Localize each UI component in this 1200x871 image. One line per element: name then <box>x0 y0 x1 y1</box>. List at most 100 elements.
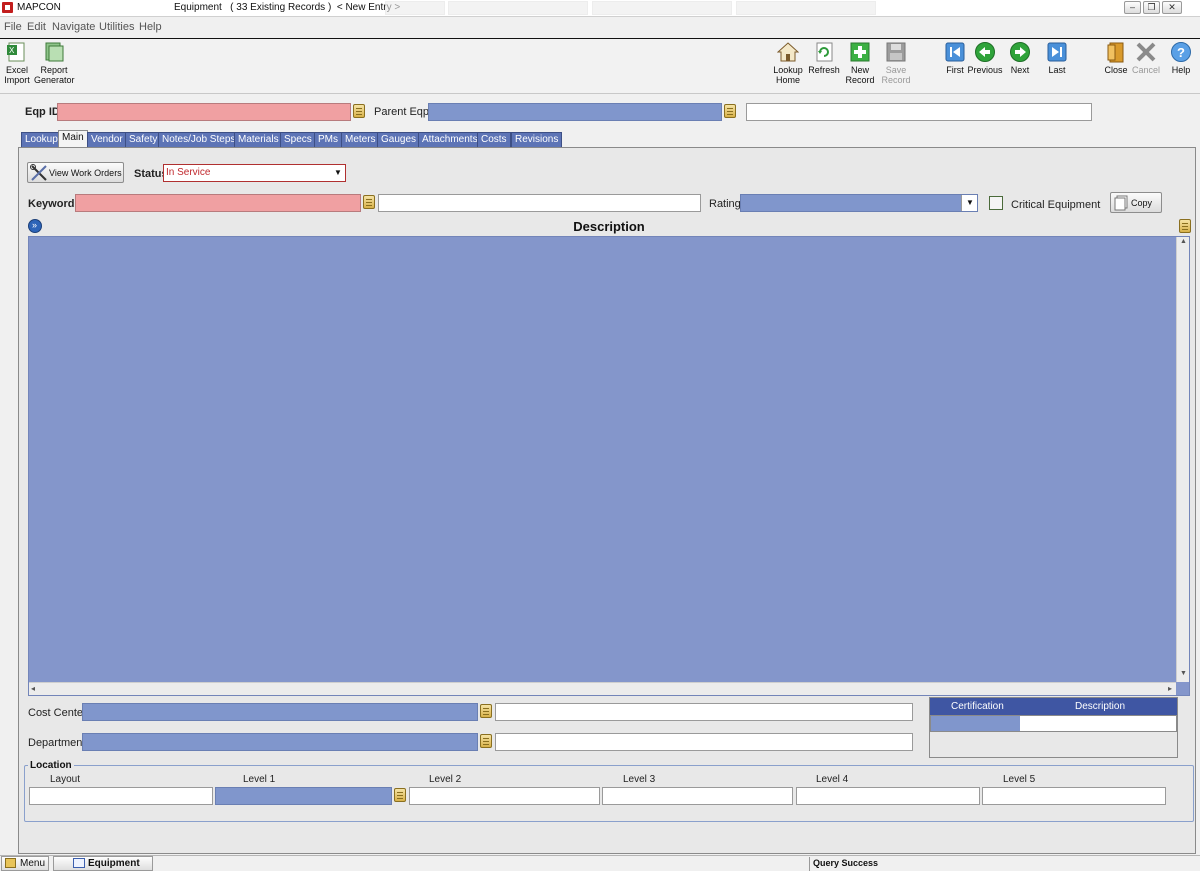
description-column-header[interactable]: Description <box>1075 701 1125 712</box>
keyword-lookup-icon[interactable] <box>363 195 375 209</box>
first-button[interactable]: First <box>941 41 969 75</box>
level-1-lookup-icon[interactable] <box>394 788 406 802</box>
department-description-field <box>495 733 913 751</box>
status-select[interactable]: In Service ▼ <box>163 164 346 182</box>
department-lookup-icon[interactable] <box>480 734 492 748</box>
restore-button[interactable]: ❐ <box>1143 1 1160 14</box>
level-2-field[interactable] <box>409 787 600 805</box>
cost-center-lookup-icon[interactable] <box>480 704 492 718</box>
parent-eqp-lookup-icon[interactable] <box>724 104 736 118</box>
help-button[interactable]: ? Help <box>1167 41 1195 75</box>
menu-navigate[interactable]: Navigate <box>52 21 95 33</box>
report-icon <box>43 41 65 63</box>
minimize-button[interactable]: – <box>1124 1 1141 14</box>
plus-icon <box>849 41 871 63</box>
tab-gauges[interactable]: Gauges <box>377 132 421 147</box>
description-textarea[interactable] <box>28 236 1190 696</box>
close-button[interactable]: Close <box>1102 41 1130 75</box>
keyword-field[interactable] <box>75 194 361 212</box>
first-record-icon <box>944 41 966 63</box>
eqp-id-lookup-icon[interactable] <box>353 104 365 118</box>
arrow-right-icon <box>1009 41 1031 63</box>
tab-costs[interactable]: Costs <box>477 132 511 147</box>
rating-select[interactable]: ▼ <box>740 194 978 212</box>
help-question-icon: ? <box>1170 41 1192 63</box>
excel-icon: X <box>6 41 28 63</box>
tab-pms[interactable]: PMs <box>314 132 342 147</box>
tab-attachments[interactable]: Attachments <box>418 132 482 147</box>
previous-button[interactable]: Previous <box>967 41 1003 75</box>
save-record-button[interactable]: Save Record <box>880 41 912 85</box>
last-record-icon <box>1046 41 1068 63</box>
new-record-button[interactable]: New Record <box>844 41 876 85</box>
tab-main[interactable]: Main <box>58 130 88 148</box>
menu-file[interactable]: File <box>4 21 22 33</box>
copy-button[interactable]: Copy <box>1110 192 1162 213</box>
level-3-field[interactable] <box>602 787 793 805</box>
certification-column-header[interactable]: Certification <box>951 701 1004 712</box>
svg-text:X: X <box>9 46 15 55</box>
excel-import-button[interactable]: X Excel Import <box>1 41 33 85</box>
tab-materials[interactable]: Materials <box>234 132 283 147</box>
last-button[interactable]: Last <box>1043 41 1071 75</box>
keyword-description-field <box>378 194 701 212</box>
tab-notes-job-steps[interactable]: Notes/Job Steps <box>158 132 240 147</box>
rating-dropdown-button[interactable]: ▼ <box>961 195 977 211</box>
status-message-panel: Query Success <box>809 857 1200 871</box>
copy-icon <box>1114 195 1128 211</box>
department-field[interactable] <box>82 733 478 751</box>
scroll-down-icon[interactable]: ▼ <box>1180 670 1187 677</box>
critical-equipment-label: Critical Equipment <box>1011 199 1101 211</box>
scroll-right-icon[interactable]: ▸ <box>1168 684 1172 693</box>
description-lookup-icon[interactable] <box>1179 219 1191 233</box>
background-window-tab <box>385 1 445 15</box>
description-horizontal-scrollbar[interactable]: ◂ ▸ <box>29 682 1176 695</box>
lookup-home-button[interactable]: Lookup Home <box>772 41 804 85</box>
cost-center-field[interactable] <box>82 703 478 721</box>
table-row[interactable] <box>930 715 1177 732</box>
layout-label: Layout <box>50 774 81 785</box>
layout-field[interactable] <box>29 787 213 805</box>
keyword-label: Keyword <box>28 198 75 210</box>
parent-eqp-field[interactable] <box>428 103 722 121</box>
view-work-orders-button[interactable]: View Work Orders <box>27 162 124 183</box>
location-caption: Location <box>28 760 74 771</box>
tab-meters[interactable]: Meters <box>341 132 380 147</box>
report-generator-button[interactable]: Report Generator <box>34 41 75 85</box>
tab-revisions[interactable]: Revisions <box>511 132 563 147</box>
toolbar: X Excel Import Report Generator Lookup H… <box>0 39 1200 94</box>
level-5-field[interactable] <box>982 787 1166 805</box>
certification-grid-header: Certification Description <box>930 698 1177 715</box>
menu-utilities[interactable]: Utilities <box>99 21 134 33</box>
equipment-window-tab[interactable]: Equipment <box>53 856 153 871</box>
level-4-field[interactable] <box>796 787 980 805</box>
tab-safety[interactable]: Safety <box>125 132 162 147</box>
menu-edit[interactable]: Edit <box>27 21 46 33</box>
tab-specs[interactable]: Specs <box>280 132 316 147</box>
level-3-label: Level 3 <box>623 774 656 785</box>
cancel-x-icon <box>1135 41 1157 63</box>
tab-lookup[interactable]: Lookup <box>21 132 62 147</box>
window-title: Equipment ( 33 Existing Records ) < New … <box>174 2 401 13</box>
status-value: In Service <box>166 167 211 178</box>
cancel-button[interactable]: Cancel <box>1131 41 1161 75</box>
critical-equipment-checkbox[interactable] <box>989 196 1003 210</box>
refresh-button[interactable]: Refresh <box>808 41 840 75</box>
level-1-label: Level 1 <box>243 774 276 785</box>
tab-vendor[interactable]: Vendor <box>87 132 127 147</box>
eqp-id-field[interactable] <box>57 103 351 121</box>
menu-window-tab[interactable]: Menu <box>1 856 49 871</box>
scroll-left-icon[interactable]: ◂ <box>31 684 35 693</box>
close-window-button[interactable]: ✕ <box>1162 1 1182 14</box>
rating-label: Rating <box>709 198 741 210</box>
description-vertical-scrollbar[interactable]: ▲ ▼ <box>1176 237 1189 682</box>
background-window-tab <box>448 1 588 15</box>
certification-cell[interactable] <box>931 716 1020 731</box>
background-window-tab <box>592 1 732 15</box>
department-label: Department <box>28 737 86 749</box>
scroll-up-icon[interactable]: ▲ <box>1180 238 1187 245</box>
app-name: MAPCON <box>17 2 61 13</box>
level-1-field[interactable] <box>215 787 392 805</box>
next-button[interactable]: Next <box>1006 41 1034 75</box>
menu-help[interactable]: Help <box>139 21 162 33</box>
